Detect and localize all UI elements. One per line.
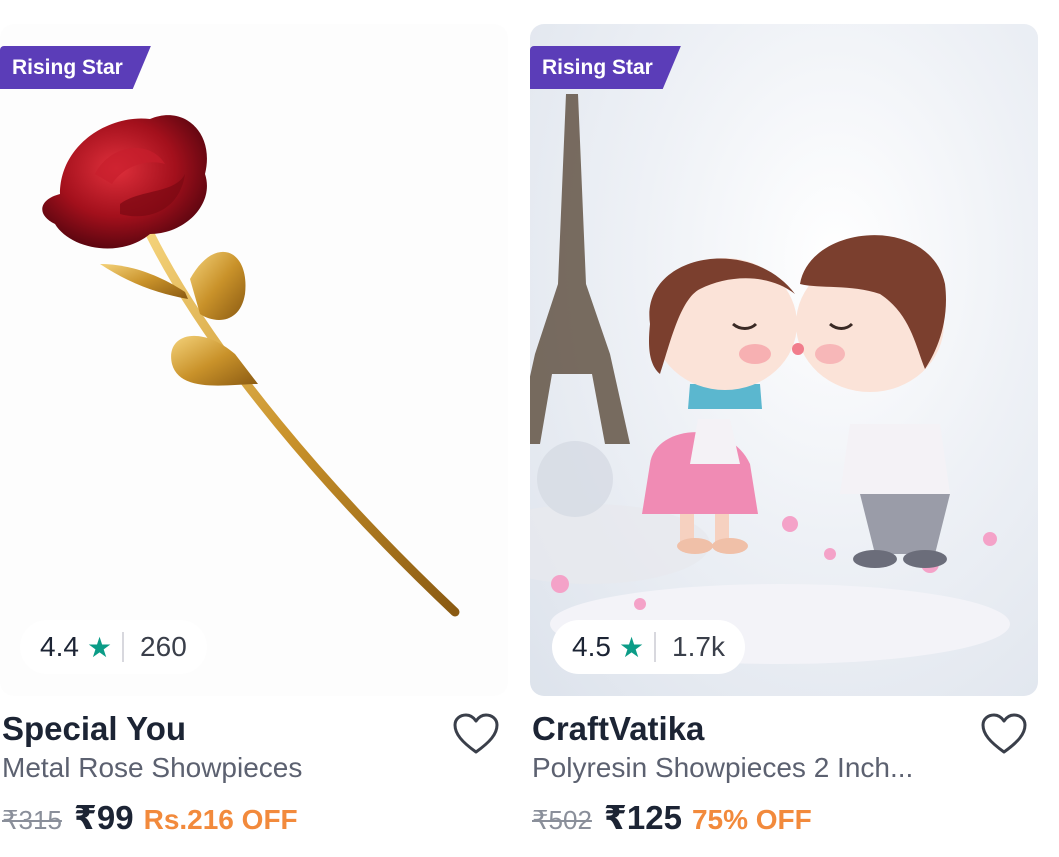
discount-label: 75% OFF bbox=[691, 804, 812, 835]
product-image[interactable] bbox=[530, 24, 1038, 696]
rating-count: 260 bbox=[140, 631, 187, 662]
rating-pill: 4.4 ★ 260 bbox=[20, 620, 207, 674]
sale-price: ₹99 bbox=[73, 799, 134, 836]
product-image[interactable] bbox=[0, 24, 508, 696]
star-icon: ★ bbox=[618, 631, 645, 663]
heart-outline-icon bbox=[981, 713, 1027, 754]
brand-name[interactable]: Special You bbox=[2, 710, 186, 748]
original-price: ₹315 bbox=[2, 805, 62, 835]
rating-pill: 4.5 ★ 1.7k bbox=[552, 620, 745, 674]
rating-count: 1.7k bbox=[672, 631, 725, 662]
rating-value: 4.4 bbox=[40, 631, 79, 662]
rating-value: 4.5 bbox=[572, 631, 611, 662]
wishlist-button[interactable] bbox=[452, 712, 500, 756]
kissing-couple-illustration bbox=[530, 94, 1010, 664]
product-name[interactable]: Polyresin Showpieces 2 Inch... bbox=[532, 752, 913, 784]
product-card[interactable]: Rising Star 4.4 ★ 260 Special You Metal … bbox=[0, 0, 510, 857]
rising-star-badge: Rising Star bbox=[530, 46, 681, 89]
wishlist-button[interactable] bbox=[980, 712, 1028, 756]
price-row: ₹502 ₹125 75% OFF bbox=[532, 798, 812, 837]
star-icon: ★ bbox=[86, 631, 113, 663]
rating-divider bbox=[122, 632, 125, 662]
original-price: ₹502 bbox=[532, 805, 592, 835]
sale-price: ₹125 bbox=[603, 799, 682, 836]
discount-label: Rs.216 OFF bbox=[143, 804, 298, 835]
price-row: ₹315 ₹99 Rs.216 OFF bbox=[2, 798, 298, 837]
brand-name[interactable]: CraftVatika bbox=[532, 710, 704, 748]
rose-illustration bbox=[42, 115, 460, 617]
rating-divider bbox=[654, 632, 657, 662]
product-name[interactable]: Metal Rose Showpieces bbox=[2, 752, 302, 784]
rising-star-badge: Rising Star bbox=[0, 46, 151, 89]
product-card[interactable]: Rising Star 4.5 ★ 1.7k CraftVatika Polyr… bbox=[530, 0, 1040, 857]
heart-outline-icon bbox=[453, 713, 499, 754]
